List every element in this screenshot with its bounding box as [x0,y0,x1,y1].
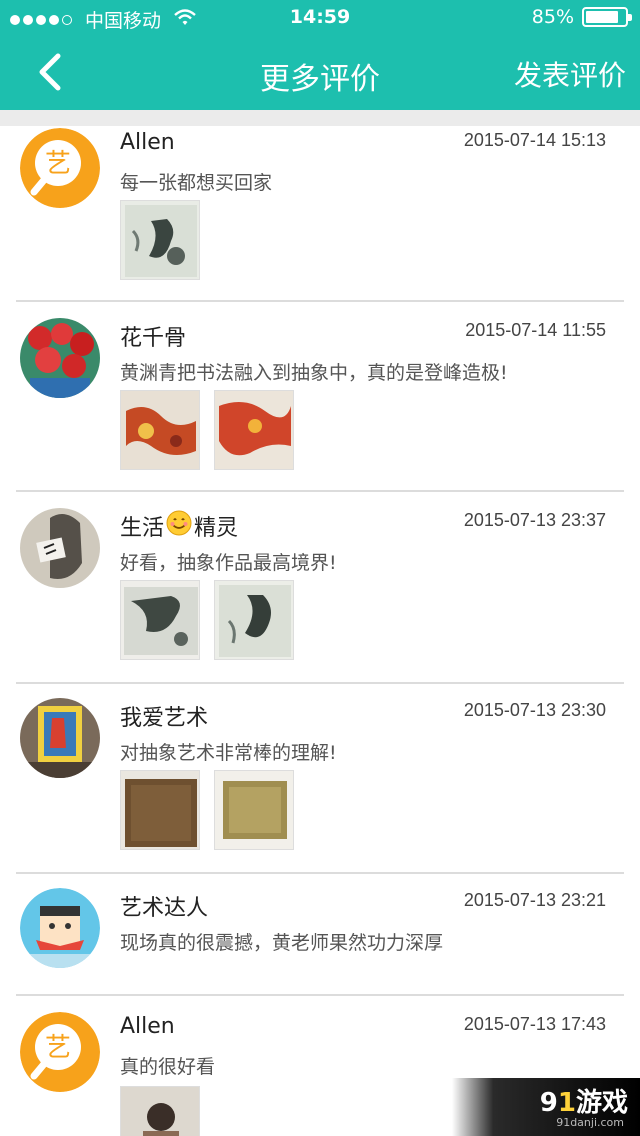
review-comment: 现场真的很震撼，黄老师果然功力深厚 [120,932,444,954]
review-item[interactable]: 艺 Allen 2015-07-14 15:13 每一张都想买回家 [0,126,640,300]
review-item[interactable]: 我爱艺术 2015-07-13 23:30 对抽象艺术非常棒的理解! [0,684,640,872]
review-comment: 对抽象艺术非常棒的理解! [120,742,337,764]
watermark-logo: 91游戏 [540,1082,628,1119]
review-comment: 好看，抽象作品最高境界! [120,552,337,574]
review-time: 2015-07-13 23:30 [463,700,606,720]
reviewer-name[interactable]: 我爱艺术 [120,700,208,732]
reviewer-name[interactable]: 艺术达人 [120,890,208,922]
battery-percent: 85% [531,6,574,28]
abstract-painting-thumb[interactable] [214,580,294,660]
reviewer-name-suffix: 精灵 [194,516,239,541]
red-flowers-avatar[interactable] [20,318,100,398]
battery-icon [582,7,632,27]
brown-painting-thumb[interactable] [120,770,200,850]
review-comment: 真的很好看 [120,1056,216,1078]
app-header: 中国移动 14:59 85% 更多评价 发表评价 [0,0,640,110]
reviewer-name[interactable]: 生活 精灵 [120,510,238,542]
abstract-painting-thumb[interactable] [120,580,200,660]
post-review-button[interactable]: 发表评价 [514,54,626,94]
watermark-site: 91danji.com [556,1116,624,1129]
watermark-text: 游戏 [575,1088,628,1118]
review-time: 2015-07-13 23:37 [463,510,606,530]
battery-level-fill [586,11,619,23]
reviewer-name-prefix: 生活 [120,516,165,541]
review-item[interactable]: 生活 精灵 2015-07-13 23:37 好看，抽象作品最高境界! [0,492,640,682]
back-button[interactable] [24,44,76,100]
red-abstract-thumb[interactable] [214,390,294,470]
review-item[interactable]: 花千骨 2015-07-14 11:55 黄渊青把书法融入到抽象中，真的是登峰造… [0,302,640,490]
reviewer-name[interactable]: 花千骨 [120,320,186,352]
person-photo-thumb[interactable] [120,1086,200,1136]
review-time: 2015-07-13 17:43 [463,1014,606,1034]
svg-text:艺: 艺 [45,149,71,179]
status-bar: 中国移动 14:59 85% [0,0,640,36]
review-time: 2015-07-13 23:21 [463,890,606,910]
status-right: 85% [531,6,632,28]
svg-text:艺: 艺 [45,1033,71,1063]
red-abstract-thumb[interactable] [120,390,200,470]
review-photos [120,770,308,850]
cat-photo-avatar[interactable] [20,508,100,588]
smile-emoji [166,510,192,542]
review-photos [120,1086,214,1136]
review-item[interactable]: 艺术达人 2015-07-13 23:21 现场真的很震撼，黄老师果然功力深厚 [0,874,640,994]
gallery-photo-avatar[interactable] [20,698,100,778]
review-photos [120,580,308,660]
watermark-number: 9 [539,1088,558,1118]
chevron-left-icon [39,53,61,91]
review-photos [120,200,214,280]
art-logo-avatar[interactable]: 艺 [20,1012,100,1092]
reviewer-name[interactable]: Allen [120,1014,175,1039]
header-gap [0,110,640,126]
gold-painting-thumb[interactable] [214,770,294,850]
reviewer-name[interactable]: Allen [120,130,175,155]
site-watermark: 91游戏 91danji.com [452,1078,640,1136]
review-time: 2015-07-14 11:55 [465,320,606,340]
review-photos [120,390,308,470]
review-time: 2015-07-14 15:13 [463,130,606,150]
cartoon-avatar[interactable] [20,888,100,968]
review-comment: 黄渊青把书法融入到抽象中，真的是登峰造极! [120,362,508,384]
art-logo-avatar[interactable]: 艺 [20,128,100,208]
nav-bar: 更多评价 发表评价 [0,36,640,110]
abstract-painting-thumb[interactable] [120,200,200,280]
review-list[interactable]: 艺 Allen 2015-07-14 15:13 每一张都想买回家 花千骨 20… [0,126,640,1136]
review-comment: 每一张都想买回家 [120,172,273,194]
watermark-brand: 1 [557,1088,576,1118]
